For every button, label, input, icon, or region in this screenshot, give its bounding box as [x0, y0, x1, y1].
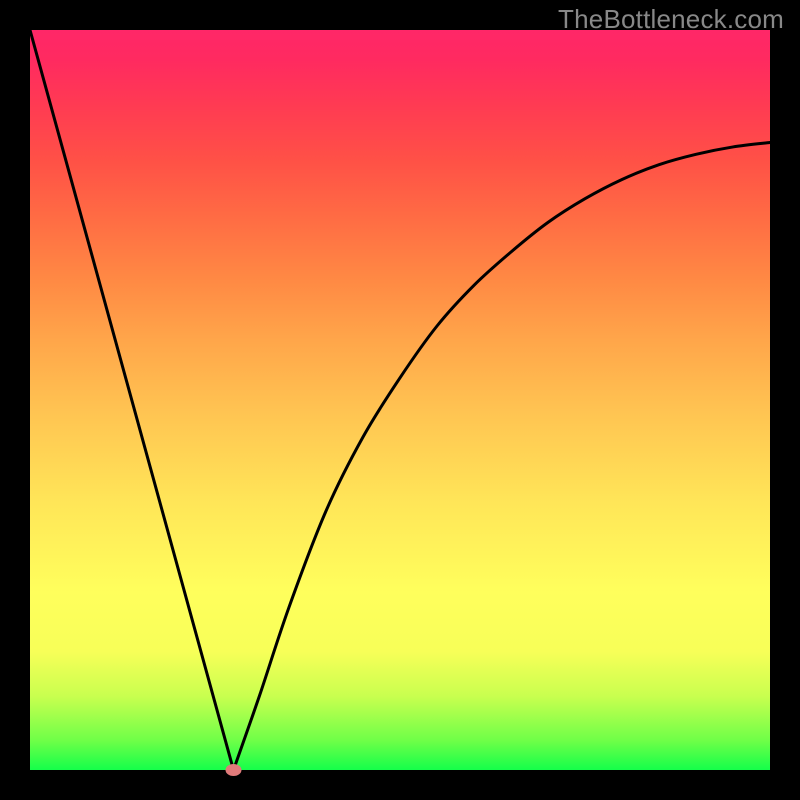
bottleneck-curve — [30, 30, 770, 770]
optimum-marker — [226, 764, 242, 776]
chart-container: TheBottleneck.com — [0, 0, 800, 800]
plot-area — [30, 30, 770, 770]
curve-layer — [30, 30, 770, 770]
